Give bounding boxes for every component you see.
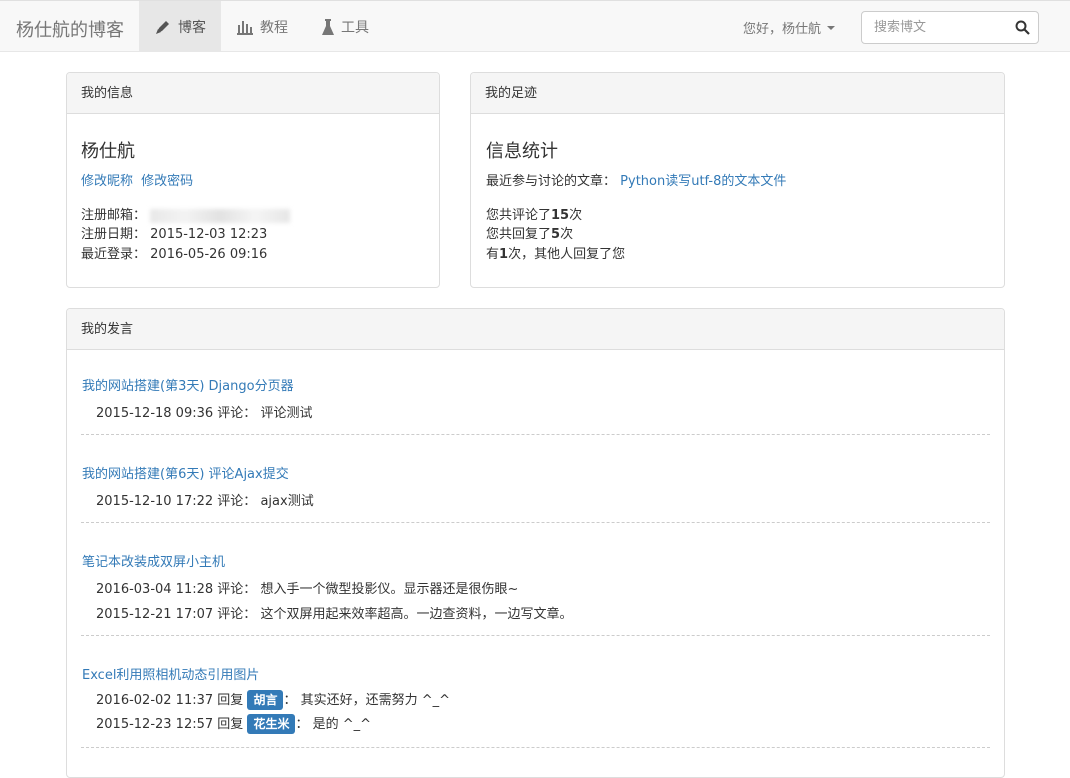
entry-text: 评论测试 [260,406,313,421]
stat-replies: 您共回复了5次 [486,223,573,242]
entry-text: 这个双屏用起来效率超高。一边查资料，一边写文章。 [260,607,573,622]
search-input[interactable] [862,12,1026,43]
nav-tutorial[interactable]: 教程 [236,1,288,52]
article-title-link[interactable]: 笔记本改装成双屏小主机 [82,551,225,570]
chevron-down-icon [827,25,836,30]
info-panel: 我的信息 杨仕航 修改昵称 修改密码 注册邮箱： 注册日期： 2015-12-0… [66,72,440,288]
nav-blog-label: 博客 [178,19,206,36]
article-title-link[interactable]: 我的网站搭建(第3天) Django分页器 [82,375,294,394]
comment-entry: 2016-03-04 11:28 评论： 想入手一个微型投影仪。显示器还是很伤眼… [96,578,518,597]
reg-date-label: 注册日期： [81,227,147,242]
stat-received-count: 1 [499,247,509,262]
footprint-panel-title: 我的足迹 [471,73,1004,114]
stat-received: 有1次，其他人回复了您 [486,243,625,262]
entry-action: 回复 [217,717,244,732]
edit-nickname-link[interactable]: 修改昵称 [81,174,133,189]
nav-tutorial-label: 教程 [260,19,288,36]
pen-icon [154,18,172,36]
entry-action: 回复 [217,693,244,708]
entry-time: 2016-03-04 11:28 [96,582,214,597]
brand-title[interactable]: 杨仕航的博客 [16,16,124,42]
recent-article-link[interactable]: Python读写utf-8的文本文件 [620,174,786,189]
flask-icon [321,18,335,36]
user-greeting: 您好，杨仕航 [743,22,822,37]
entry-text: 是的 ^_^ [312,717,372,732]
divider [81,635,990,636]
stat-comments: 您共评论了15次 [486,204,582,223]
chart-icon [236,19,254,35]
user-name: 杨仕航 [81,141,135,162]
article-title-link[interactable]: 我的网站搭建(第6天) 评论Ajax提交 [82,463,289,482]
reg-date-value: 2015-12-03 12:23 [150,227,268,242]
reply-entry: 2015-12-23 12:57 回复 花生米： 是的 ^_^ [96,713,371,734]
comment-entry: 2015-12-10 17:22 评论： ajax测试 [96,490,314,509]
nav-tools[interactable]: 工具 [321,1,369,52]
email-label: 注册邮箱： [81,208,147,223]
entry-time: 2015-12-10 17:22 [96,494,214,509]
search-box [861,11,1039,44]
reply-entry: 2016-02-02 11:37 回复 胡言： 其实还好，还需努力 ^_^ [96,689,450,710]
divider [81,522,990,523]
entry-text: ajax测试 [260,494,314,509]
edit-password-link[interactable]: 修改密码 [141,174,193,189]
recent-article-label: 最近参与讨论的文章： [486,174,617,189]
stat-received-pre: 有 [486,247,500,262]
navbar: 杨仕航的博客 博客 教程 工具 您好，杨仕航 [0,0,1070,52]
last-login-label: 最近登录： [81,247,147,262]
posts-panel: 我的发言 我的网站搭建(第3天) Django分页器 2015-12-18 09… [66,308,1005,778]
reply-user-badge[interactable]: 花生米 [247,714,296,734]
entry-action: 评论： [217,406,257,421]
entry-action: 评论： [217,607,257,622]
stat-comments-post: 次 [569,208,583,223]
nav-blog[interactable]: 博客 [139,1,221,52]
stat-comments-count: 15 [551,208,570,223]
last-login-value: 2016-05-26 09:16 [150,247,268,262]
entry-time: 2015-12-21 17:07 [96,607,214,622]
stat-replies-count: 5 [551,227,561,242]
entry-time: 2015-12-23 12:57 [96,717,214,732]
entry-text: 想入手一个微型投影仪。显示器还是很伤眼~ [260,582,519,597]
divider [81,434,990,435]
email-redacted [150,208,291,223]
posts-panel-title: 我的发言 [67,309,1004,350]
footprint-panel: 我的足迹 信息统计 最近参与讨论的文章： Python读写utf-8的文本文件 … [470,72,1005,288]
stat-comments-pre: 您共评论了 [486,208,552,223]
reply-user-badge[interactable]: 胡言 [247,690,284,710]
entry-time: 2015-12-18 09:36 [96,406,214,421]
entry-time: 2016-02-02 11:37 [96,693,214,708]
info-panel-title: 我的信息 [67,73,439,114]
stat-replies-pre: 您共回复了 [486,227,552,242]
entry-text: 其实还好，还需努力 ^_^ [300,693,451,708]
article-title-link[interactable]: Excel利用照相机动态引用图片 [82,664,259,683]
stat-replies-post: 次 [560,227,574,242]
stat-received-post: 次，其他人回复了您 [508,247,626,262]
divider [81,747,990,748]
stats-title: 信息统计 [486,141,558,162]
nav-tools-label: 工具 [341,19,369,36]
comment-entry: 2015-12-18 09:36 评论： 评论测试 [96,402,312,421]
search-icon[interactable] [1015,20,1030,39]
user-menu[interactable]: 您好，杨仕航 [743,18,836,37]
entry-action: 评论： [217,494,257,509]
comment-entry: 2015-12-21 17:07 评论： 这个双屏用起来效率超高。一边查资料，一… [96,603,572,622]
entry-action: 评论： [217,582,257,597]
